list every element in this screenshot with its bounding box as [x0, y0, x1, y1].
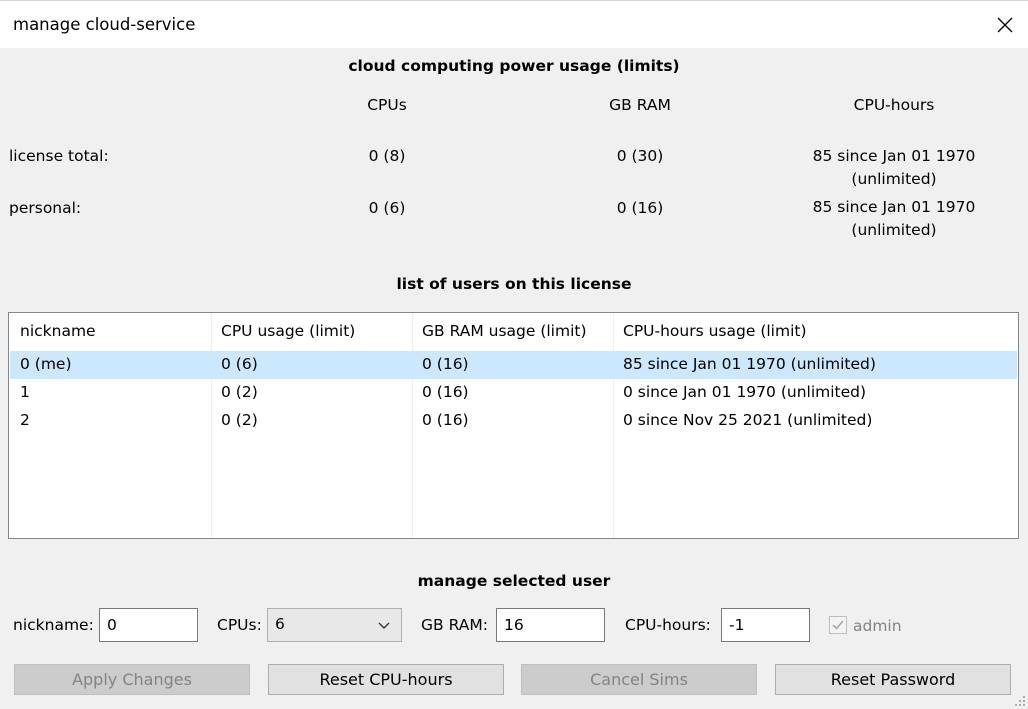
personal-hours: 85 since Jan 01 1970	[812, 198, 976, 216]
users-heading: list of users on this license	[396, 275, 632, 293]
admin-label: admin	[853, 617, 902, 635]
license-total-label: license total:	[9, 147, 109, 165]
personal-label: personal:	[9, 199, 82, 217]
reset-cpu-hours-button[interactable]: Reset CPU-hours	[268, 664, 504, 695]
nickname-input[interactable]	[99, 608, 198, 642]
cell-cpu-hours-usage: 0 since Nov 25 2021 (unlimited)	[623, 411, 873, 429]
cell-ram-usage: 0 (16)	[422, 411, 469, 429]
column-header-cpu-usage[interactable]: CPU usage (limit)	[221, 322, 355, 340]
column-header-cpu-hours-usage[interactable]: CPU-hours usage (limit)	[623, 322, 807, 340]
cell-cpu-usage: 0 (6)	[221, 355, 258, 373]
cell-cpu-hours-usage: 85 since Jan 01 1970 (unlimited)	[623, 355, 876, 373]
usage-heading: cloud computing power usage (limits)	[348, 57, 680, 75]
personal-ram: 0 (16)	[616, 199, 664, 217]
table-row[interactable]: 2 0 (2) 0 (16) 0 since Nov 25 2021 (unli…	[10, 407, 1017, 435]
window-title: manage cloud-service	[13, 15, 196, 34]
column-header-nickname[interactable]: nickname	[20, 322, 96, 340]
cell-cpu-hours-usage: 0 since Jan 01 1970 (unlimited)	[623, 383, 867, 401]
table-row[interactable]: 0 (me) 0 (6) 0 (16) 85 since Jan 01 1970…	[10, 351, 1017, 379]
ram-label: GB RAM:	[421, 616, 488, 634]
table-row[interactable]: 1 0 (2) 0 (16) 0 since Jan 01 1970 (unli…	[10, 379, 1017, 407]
resize-grip-icon[interactable]	[1014, 695, 1026, 707]
title-bar: manage cloud-service	[0, 0, 1028, 48]
column-header-ram-usage[interactable]: GB RAM usage (limit)	[422, 322, 587, 340]
ram-input[interactable]	[496, 608, 605, 642]
close-icon	[997, 17, 1013, 32]
cpus-label: CPUs:	[217, 616, 262, 634]
checkmark-icon	[832, 620, 844, 630]
col-header-cpus: CPUs	[367, 96, 407, 114]
cpu-hours-input[interactable]	[721, 608, 810, 642]
cell-nickname: 0 (me)	[20, 355, 72, 373]
license-total-hours-limit: (unlimited)	[851, 170, 937, 188]
cell-ram-usage: 0 (16)	[422, 383, 469, 401]
license-total-hours: 85 since Jan 01 1970	[812, 147, 976, 165]
close-button[interactable]	[982, 1, 1028, 48]
cancel-sims-button[interactable]: Cancel Sims	[521, 664, 757, 695]
cell-cpu-usage: 0 (2)	[221, 411, 258, 429]
cell-ram-usage: 0 (16)	[422, 355, 469, 373]
cell-cpu-usage: 0 (2)	[221, 383, 258, 401]
reset-password-button[interactable]: Reset Password	[775, 664, 1011, 695]
personal-cpus: 0 (6)	[368, 199, 406, 217]
license-total-ram: 0 (30)	[616, 147, 664, 165]
admin-checkbox[interactable]	[829, 616, 847, 634]
cell-nickname: 1	[20, 383, 30, 401]
col-header-cpu-hours: CPU-hours	[853, 96, 935, 114]
apply-changes-button[interactable]: Apply Changes	[14, 664, 250, 695]
col-header-ram: GB RAM	[609, 96, 671, 114]
license-total-cpus: 0 (8)	[368, 147, 406, 165]
users-table[interactable]: nickname CPU usage (limit) GB RAM usage …	[8, 312, 1019, 539]
cpu-hours-label: CPU-hours:	[625, 616, 711, 634]
nickname-label: nickname:	[13, 616, 94, 634]
manage-heading: manage selected user	[417, 572, 611, 590]
cell-nickname: 2	[20, 411, 30, 429]
chevron-down-icon	[378, 622, 390, 629]
cpus-select-value: 6	[275, 615, 285, 633]
cpus-select[interactable]: 6	[267, 608, 402, 642]
personal-hours-limit: (unlimited)	[851, 221, 937, 239]
